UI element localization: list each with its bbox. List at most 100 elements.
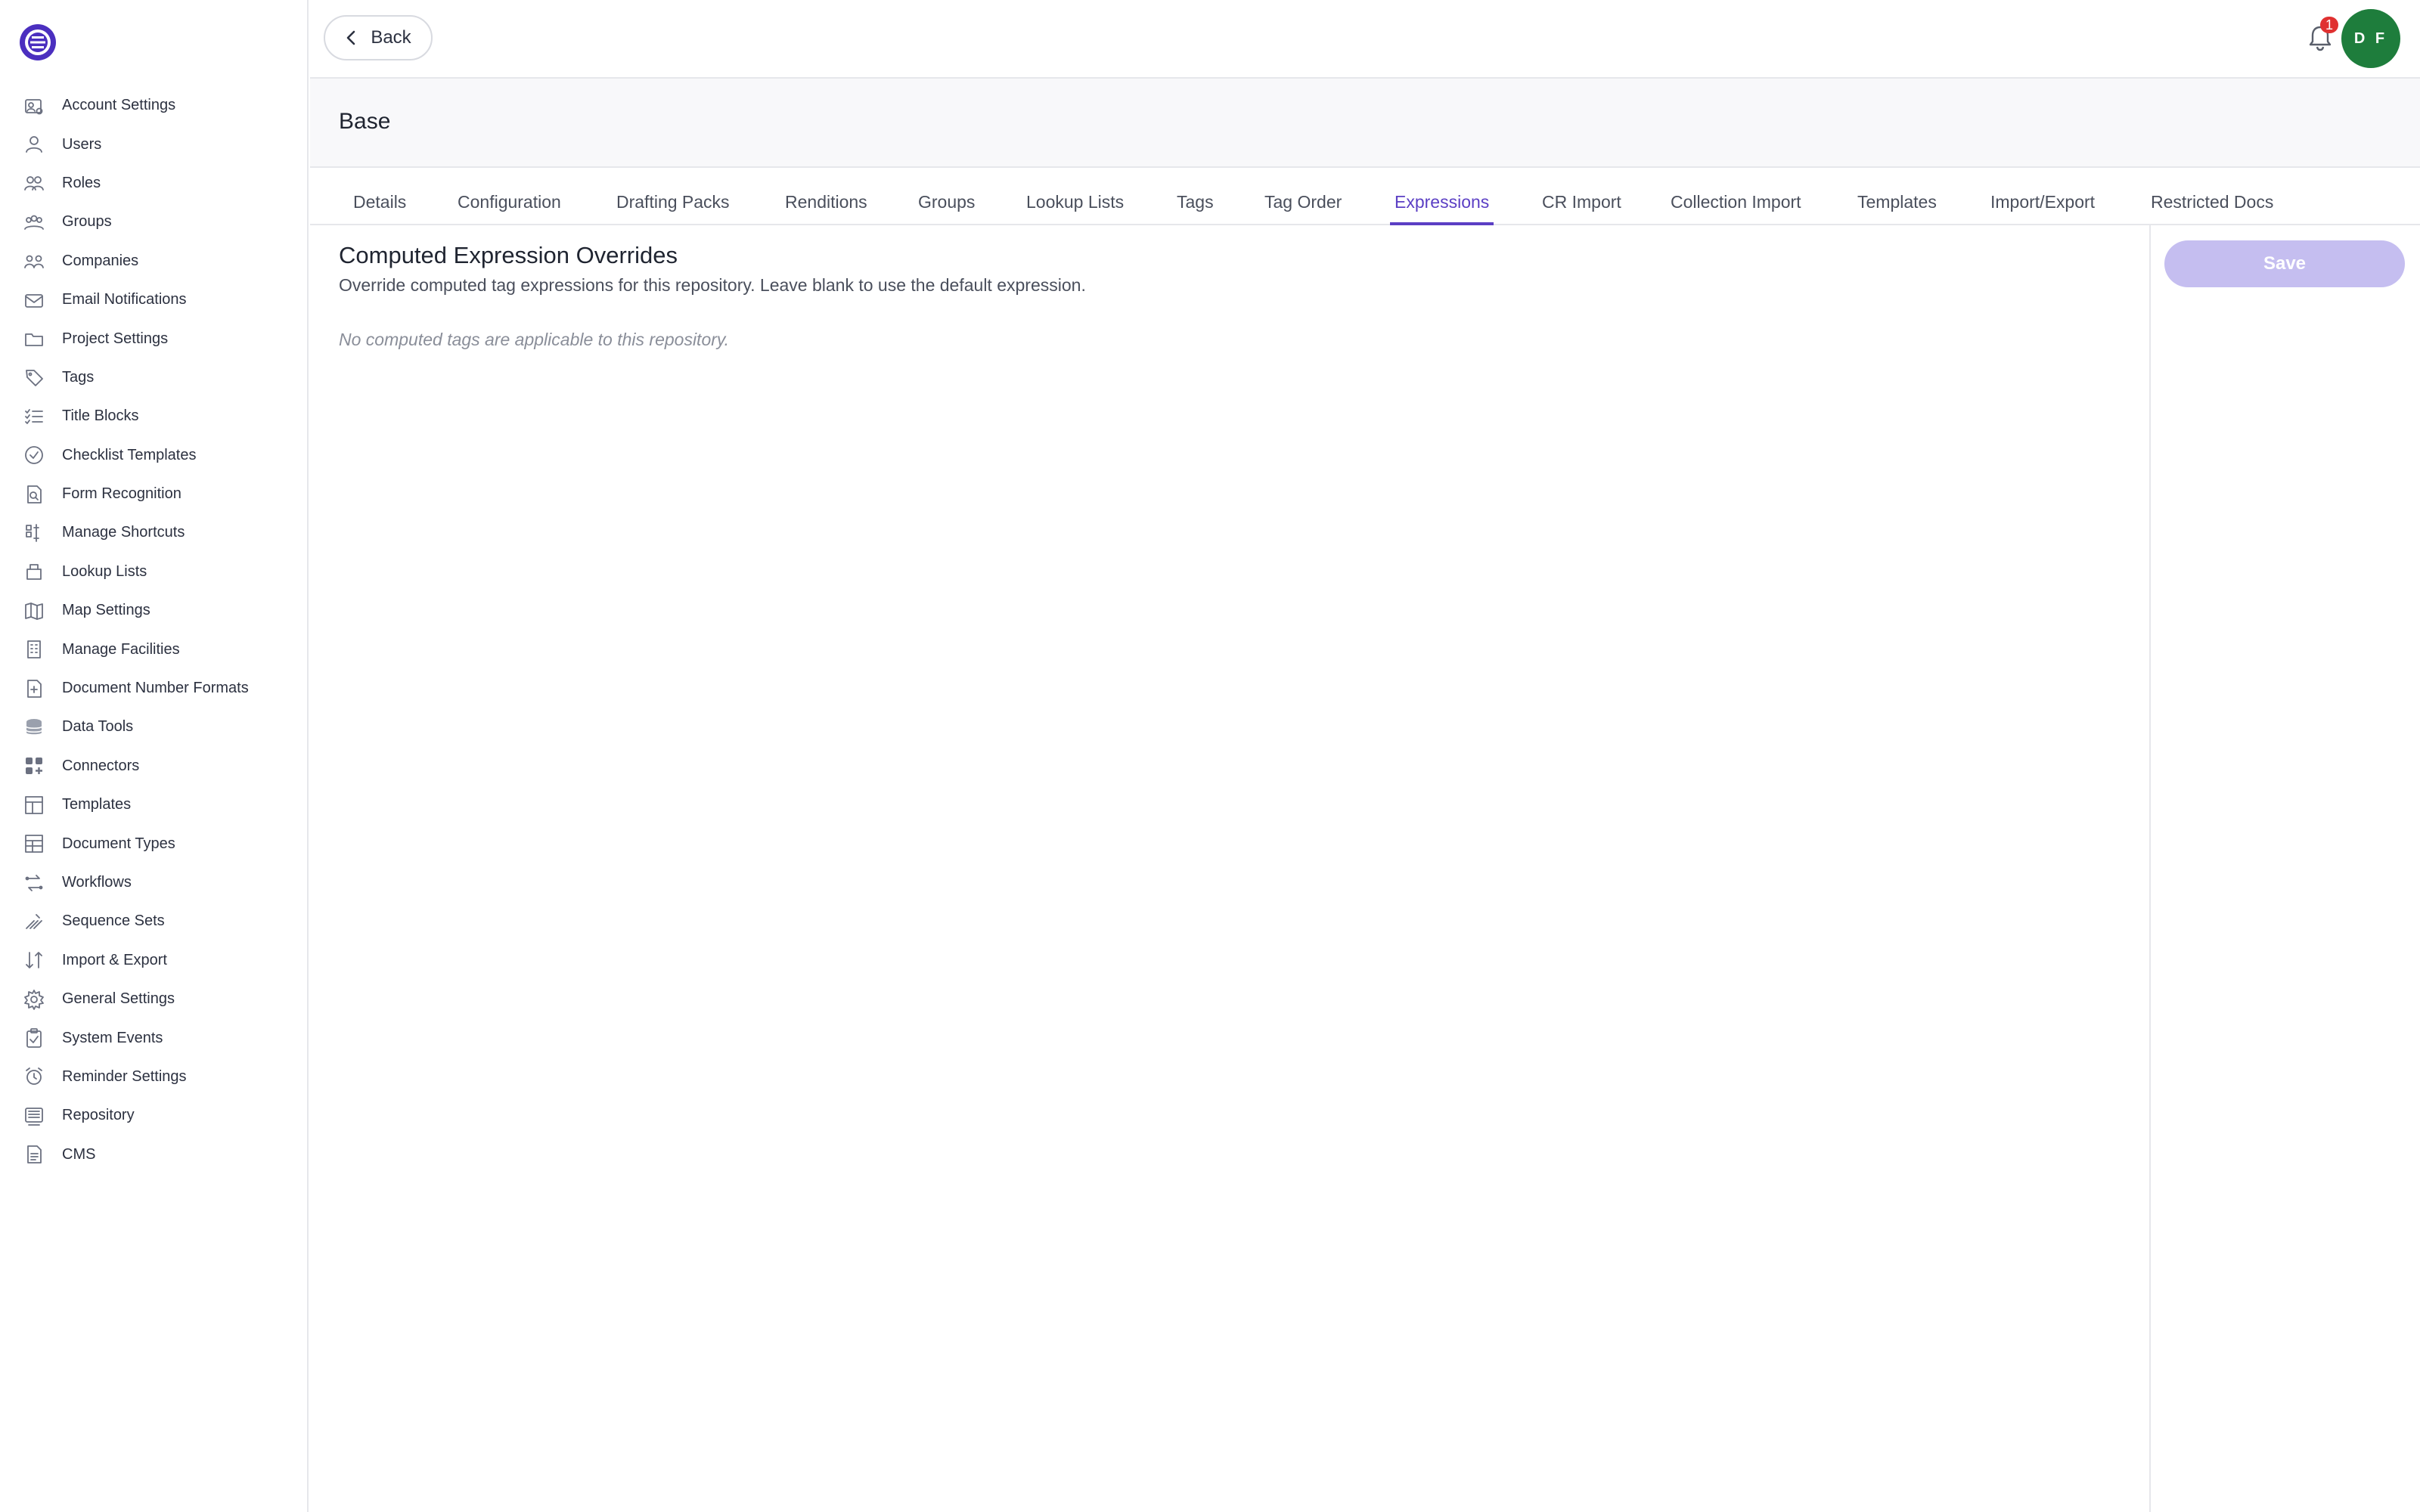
arrows-up-down-icon — [23, 949, 45, 971]
sidebar-item-companies[interactable]: Companies — [0, 242, 309, 280]
sidebar-item-document-number-formats[interactable]: Document Number Formats — [0, 669, 309, 708]
sidebar-item-system-events[interactable]: System Events — [0, 1018, 309, 1057]
sidebar-nav: Account Settings Users Roles Groups Companie… — [0, 86, 309, 1174]
document-icon — [23, 1143, 45, 1166]
sidebar-item-data-tools[interactable]: Data Tools — [0, 708, 309, 746]
sidebar-item-templates[interactable]: Templates — [0, 785, 309, 824]
sidebar-item-groups[interactable]: Groups — [0, 203, 309, 241]
folder-icon — [23, 327, 45, 350]
checklist-lines-icon — [23, 405, 45, 428]
sidebar-item-label: Import & Export — [62, 951, 167, 968]
sidebar-item-label: Reminder Settings — [62, 1067, 187, 1085]
sidebar-item-connectors[interactable]: Connectors — [0, 747, 309, 785]
tab-cr-import[interactable]: CR Import — [1542, 168, 1621, 224]
sidebar-item-label: Companies — [62, 252, 139, 269]
actions-panel: Save — [2149, 225, 2420, 1512]
tab-tags[interactable]: Tags — [1177, 168, 1214, 224]
avatar[interactable]: D F — [2341, 9, 2400, 68]
sidebar-item-label: General Settings — [62, 990, 175, 1008]
page-title: Base — [339, 109, 391, 134]
app-logo[interactable] — [18, 23, 57, 62]
sidebar-item-import-export[interactable]: Import & Export — [0, 941, 309, 980]
sidebar-item-reminder-settings[interactable]: Reminder Settings — [0, 1058, 309, 1096]
page-header: Base — [310, 79, 2420, 168]
sidebar-item-label: System Events — [62, 1029, 163, 1046]
sidebar-item-lookup-lists[interactable]: Lookup Lists — [0, 553, 309, 591]
map-icon — [23, 600, 45, 622]
clipboard-check-icon — [23, 1027, 45, 1049]
check-circle-icon — [23, 444, 45, 466]
sequence-icon — [23, 910, 45, 933]
sidebar-item-title-blocks[interactable]: Title Blocks — [0, 397, 309, 435]
sidebar-item-label: Title Blocks — [62, 407, 139, 425]
sidebar-item-general-settings[interactable]: General Settings — [0, 980, 309, 1018]
sidebar-item-label: Workflows — [62, 874, 132, 891]
sidebar-item-label: Form Recognition — [62, 485, 182, 503]
sidebar-item-roles[interactable]: Roles — [0, 164, 309, 203]
sidebar-item-sequence-sets[interactable]: Sequence Sets — [0, 902, 309, 940]
sidebar-item-manage-shortcuts[interactable]: Manage Shortcuts — [0, 513, 309, 552]
sidebar-item-project-settings[interactable]: Project Settings — [0, 319, 309, 358]
sidebar-item-label: Data Tools — [62, 718, 134, 736]
sidebar-item-document-types[interactable]: Document Types — [0, 824, 309, 863]
sidebar-item-label: Tags — [62, 368, 95, 386]
sidebar-item-label: Map Settings — [62, 602, 150, 619]
sidebar-item-label: Email Notifications — [62, 291, 187, 308]
user-icon — [23, 133, 45, 156]
sidebar-item-label: Repository — [62, 1107, 135, 1124]
sidebar-item-manage-facilities[interactable]: Manage Facilities — [0, 630, 309, 668]
main-content: Computed Expression Overrides Override c… — [310, 227, 2149, 1512]
tab-templates[interactable]: Templates — [1857, 168, 1937, 224]
sidebar-item-account-settings[interactable]: Account Settings — [0, 86, 309, 125]
sidebar-item-label: Lookup Lists — [62, 562, 147, 580]
sidebar-item-workflows[interactable]: Workflows — [0, 863, 309, 902]
sidebar-item-label: Templates — [62, 796, 132, 813]
account-settings-icon — [23, 94, 45, 117]
empty-state-message: No computed tags are applicable to this … — [339, 330, 730, 349]
sidebar-item-label: Roles — [62, 174, 101, 191]
tab-details[interactable]: Details — [353, 168, 406, 224]
connectors-icon — [23, 754, 45, 777]
tab-configuration[interactable]: Configuration — [458, 168, 561, 224]
sidebar-item-checklist-templates[interactable]: Checklist Templates — [0, 436, 309, 475]
tab-import-export[interactable]: Import/Export — [1990, 168, 2095, 224]
sidebar-item-label: Manage Facilities — [62, 640, 180, 658]
tab-groups[interactable]: Groups — [918, 168, 975, 224]
tab-lookup-lists[interactable]: Lookup Lists — [1026, 168, 1124, 224]
tab-drafting-packs[interactable]: Drafting Packs — [616, 168, 730, 224]
document-search-icon — [23, 483, 45, 506]
sidebar-item-label: Sequence Sets — [62, 912, 165, 930]
gear-icon — [23, 988, 45, 1011]
sidebar-item-label: Connectors — [62, 757, 140, 774]
back-label: Back — [371, 27, 411, 48]
database-icon — [23, 716, 45, 739]
tab-renditions[interactable]: Renditions — [785, 168, 867, 224]
sidebar-item-cms[interactable]: CMS — [0, 1136, 309, 1174]
tab-tag-order[interactable]: Tag Order — [1264, 168, 1342, 224]
tab-bar: Details Configuration Drafting Packs Rendit… — [310, 168, 2420, 225]
sidebar-item-users[interactable]: Users — [0, 125, 309, 163]
tab-expressions[interactable]: Expressions — [1389, 168, 1494, 225]
repository-icon — [23, 1105, 45, 1127]
sidebar-item-map-settings[interactable]: Map Settings — [0, 591, 309, 630]
workflow-icon — [23, 872, 45, 894]
save-button[interactable]: Save — [2164, 240, 2405, 287]
sidebar-item-tags[interactable]: Tags — [0, 358, 309, 397]
companies-icon — [23, 249, 45, 272]
tab-restricted-docs[interactable]: Restricted Docs — [2151, 168, 2273, 224]
tag-icon — [23, 366, 45, 389]
back-button[interactable]: Back — [324, 15, 433, 60]
tab-collection-import[interactable]: Collection Import — [1671, 168, 1801, 224]
document-add-icon — [23, 677, 45, 700]
sidebar-item-label: Document Number Formats — [62, 680, 249, 697]
shortcuts-icon — [23, 522, 45, 544]
sidebar-item-label: Checklist Templates — [62, 446, 197, 463]
chevron-left-icon — [347, 30, 355, 45]
sidebar-item-label: Project Settings — [62, 330, 169, 347]
alarm-clock-icon — [23, 1065, 45, 1088]
notifications-button[interactable]: 1 — [2304, 17, 2338, 54]
sidebar-item-repository[interactable]: Repository — [0, 1096, 309, 1135]
sidebar-item-email-notifications[interactable]: Email Notifications — [0, 280, 309, 319]
sidebar-item-form-recognition[interactable]: Form Recognition — [0, 475, 309, 513]
sidebar-item-label: Document Types — [62, 835, 175, 852]
